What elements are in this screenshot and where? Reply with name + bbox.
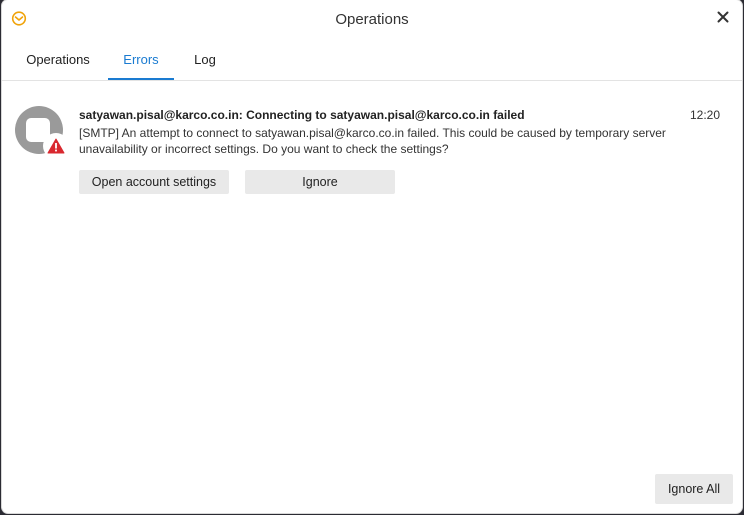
window-title: Operations <box>335 11 409 28</box>
tab-log[interactable]: Log <box>185 40 225 79</box>
error-message: [SMTP] An attempt to connect to satyawan… <box>79 126 666 156</box>
operations-window: Operations Operations Errors Log satyawa… <box>2 0 742 513</box>
open-account-settings-button[interactable]: Open account settings <box>79 170 229 194</box>
close-icon <box>717 10 729 28</box>
ignore-button[interactable]: Ignore <box>245 170 395 194</box>
error-timestamp: 12:20 <box>689 108 720 122</box>
title-bar: Operations <box>2 0 742 40</box>
error-title: satyawan.pisal@karco.co.in: Connecting t… <box>79 108 525 122</box>
tab-errors[interactable]: Errors <box>108 40 174 80</box>
warning-triangle-icon <box>43 133 69 159</box>
close-button[interactable] <box>712 8 734 30</box>
tab-bar: Operations Errors Log <box>2 40 742 81</box>
tab-operations[interactable]: Operations <box>20 40 96 79</box>
ignore-all-button[interactable]: Ignore All <box>655 474 733 504</box>
